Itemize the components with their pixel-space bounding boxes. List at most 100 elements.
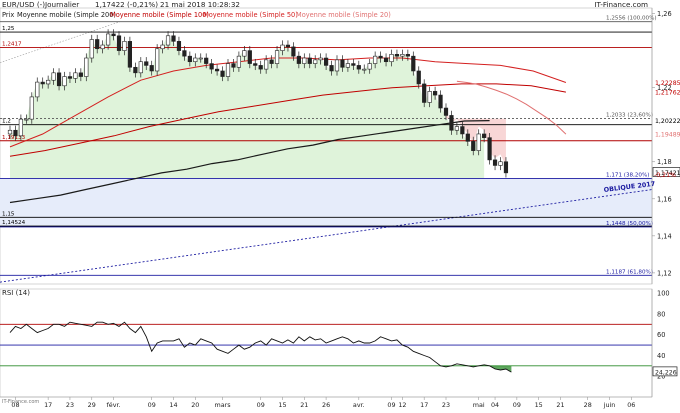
candle-body xyxy=(149,65,154,72)
candle-body xyxy=(471,141,476,151)
date-tick-label: avr. xyxy=(353,401,365,409)
candle-body xyxy=(100,44,105,50)
candle-body xyxy=(329,65,334,72)
candle-body xyxy=(56,72,62,87)
price-tick-label: 1,18 xyxy=(657,158,672,166)
candle-body xyxy=(204,57,209,64)
candle-body xyxy=(487,137,492,161)
candle-body xyxy=(40,81,45,85)
candle-body xyxy=(231,63,236,68)
rsi-tick-label: 40 xyxy=(657,352,665,360)
rsi-line xyxy=(9,321,512,373)
copyright: IT-Finance.com xyxy=(2,399,39,405)
candle-body xyxy=(176,41,182,51)
chart-root: EUR/USD (-) Journalier 1,17422 (-0,21%) … xyxy=(0,0,680,409)
date-tick-label: 15 xyxy=(535,401,543,409)
candle-body xyxy=(280,44,285,51)
level-label-4: 1,2 xyxy=(2,119,11,125)
date-tick-label: mai xyxy=(473,401,485,409)
level-label-0: 1,25 xyxy=(2,26,15,32)
date-tick-label: 14 xyxy=(169,401,177,409)
candle-body xyxy=(198,57,203,60)
price-tick-label: 1,12 xyxy=(657,269,672,277)
rsi-title: RSI (14) xyxy=(2,289,30,297)
candle-body xyxy=(427,91,432,103)
candle-body xyxy=(242,50,247,57)
candle-body xyxy=(351,63,356,66)
header-datetime: 21 mai 2018 10:28:32 xyxy=(160,0,240,9)
candle-body xyxy=(111,33,116,37)
candle-body xyxy=(258,65,263,70)
rsi-tick-label: 60 xyxy=(657,331,665,339)
legend-sma50: Moyenne mobile (Simple 50) xyxy=(203,11,298,19)
candle-body xyxy=(116,35,122,51)
candle-body xyxy=(274,50,280,64)
candle-body xyxy=(73,72,78,79)
value-badge-2: 1,20222 xyxy=(655,118,680,125)
candle-body xyxy=(220,70,225,77)
candle-body xyxy=(356,65,361,70)
candle-body xyxy=(7,129,13,135)
candle-body xyxy=(449,115,454,131)
candle-body xyxy=(89,39,94,59)
price-tick-label: 1,16 xyxy=(657,195,672,203)
candle-body xyxy=(411,55,416,72)
candle-body xyxy=(193,57,198,63)
eurusd-chart[interactable]: EUR/USD (-) Journalier 1,17422 (-0,21%) … xyxy=(0,0,680,409)
date-tick-label: 26 xyxy=(322,401,330,409)
candle-body xyxy=(416,70,421,85)
candle-body xyxy=(482,133,487,138)
change-label: -0,21% xyxy=(654,172,676,179)
candle-body xyxy=(296,55,301,64)
candle-body xyxy=(18,118,24,137)
legend-sma200: Moyenne mobile (Simple 200) xyxy=(17,11,116,19)
candle-body xyxy=(95,39,100,50)
candle-body xyxy=(345,63,351,68)
candle-body xyxy=(378,55,383,59)
candle-body xyxy=(302,57,307,64)
candle-body xyxy=(84,57,89,77)
rsi-tick-label: 100 xyxy=(657,290,670,298)
candle-body xyxy=(269,59,274,64)
candle-body xyxy=(24,118,29,121)
legend: Prix Moyenne mobile (Simple 200) Moyenne… xyxy=(2,11,391,19)
level-label-9: 1,1448 (50,00%) xyxy=(606,221,653,227)
candle-body xyxy=(106,33,111,46)
header-period: Journalier xyxy=(44,0,79,9)
date-tick-label: 23 xyxy=(66,401,74,409)
candle-body xyxy=(225,63,231,77)
date-tick-label: 09 xyxy=(387,401,395,409)
date-tick-label: 21 xyxy=(300,401,308,409)
level-label-7: 1,15 xyxy=(2,211,15,217)
legend-sma100: Moyenne mobile (Simple 100) xyxy=(110,11,209,19)
candle-body xyxy=(389,54,394,63)
candle-body xyxy=(253,63,258,66)
candle-body xyxy=(144,61,149,66)
candle-body xyxy=(323,57,329,66)
date-tick-label: 17 xyxy=(420,401,428,409)
candle-body xyxy=(465,133,470,142)
date-tick-label: juin xyxy=(603,401,616,409)
candle-body xyxy=(133,66,138,74)
header-last-change: 1,17422 (-0,21%) xyxy=(95,0,158,9)
candle-body xyxy=(492,159,498,166)
candle-body xyxy=(400,54,405,57)
date-tick-label: 04 xyxy=(491,401,499,409)
candle-body xyxy=(46,79,51,85)
price-tick-label: 1,26 xyxy=(657,10,672,18)
candle-body xyxy=(476,133,481,151)
candle-body xyxy=(138,61,143,74)
candle-body xyxy=(165,35,171,46)
candle-body xyxy=(383,57,389,63)
date-tick-label: mars xyxy=(214,401,231,409)
candle-body xyxy=(155,48,160,72)
date-tick-label: 23 xyxy=(442,401,450,409)
candle-body xyxy=(127,41,133,68)
candle-body xyxy=(394,54,400,57)
date-tick-label: 12 xyxy=(398,401,406,409)
candle-body xyxy=(62,76,67,87)
level-label-3: 1,2033 (23,60%) xyxy=(606,113,653,119)
candle-body xyxy=(285,44,291,48)
fib-band-fill xyxy=(0,178,652,227)
candle-body xyxy=(171,35,176,42)
